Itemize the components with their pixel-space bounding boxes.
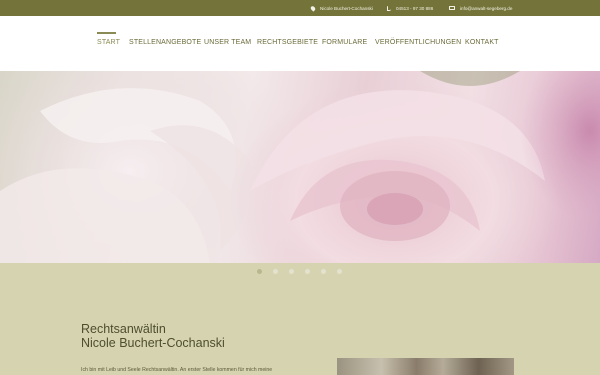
nav-item-stellenangebote[interactable]: Stellenangebote (129, 39, 201, 46)
heading-title: Rechtsanwältin (81, 322, 166, 336)
nav-item-kontakt[interactable]: Kontakt (465, 39, 499, 46)
phone-text: 04513 - 97 30 886 (396, 5, 434, 11)
slider-dot-5[interactable] (321, 269, 326, 274)
phone-icon (387, 5, 391, 11)
nav-item-formulare[interactable]: Formulare (322, 39, 367, 46)
rose-image (0, 71, 600, 263)
email-text: info@anwalt-segeberg.de (460, 5, 513, 11)
heading-name: Nicole Buchert-Cochanski (81, 336, 225, 350)
nav-item-rechtsgebiete[interactable]: Rechtsgebiete (257, 39, 318, 46)
address-text: Nicole Buchert-Cochanski (320, 5, 373, 11)
slider-pagination (0, 269, 600, 277)
page-heading: Rechtsanwältin Nicole Buchert-Cochanski (81, 322, 225, 350)
slider-dot-1[interactable] (257, 269, 262, 274)
nav-item-unser-team[interactable]: Unser Team (204, 39, 251, 46)
main-navigation: Start Stellenangebote Unser Team Rechtsg… (0, 16, 600, 71)
slider-dot-4[interactable] (305, 269, 310, 274)
nav-item-veroeffentlichungen[interactable]: Veröffentlichungen (375, 39, 461, 46)
nav-item-start[interactable]: Start (97, 39, 120, 46)
map-pin-icon (309, 4, 317, 12)
intro-text: Ich bin mit Leib und Seele Rechtsanwälti… (81, 367, 273, 373)
slider-dot-6[interactable] (337, 269, 342, 274)
top-contact-bar: Nicole Buchert-Cochanski 04513 - 97 30 8… (0, 0, 600, 16)
team-photo (337, 358, 514, 375)
email-item[interactable]: info@anwalt-segeberg.de (449, 0, 512, 16)
hero-slider[interactable] (0, 71, 600, 263)
slider-dot-3[interactable] (289, 269, 294, 274)
phone-item[interactable]: 04513 - 97 30 886 (387, 0, 433, 16)
address-item[interactable]: Nicole Buchert-Cochanski (309, 0, 373, 16)
mail-icon (449, 6, 455, 10)
active-nav-indicator (97, 32, 116, 34)
slider-dot-2[interactable] (273, 269, 278, 274)
